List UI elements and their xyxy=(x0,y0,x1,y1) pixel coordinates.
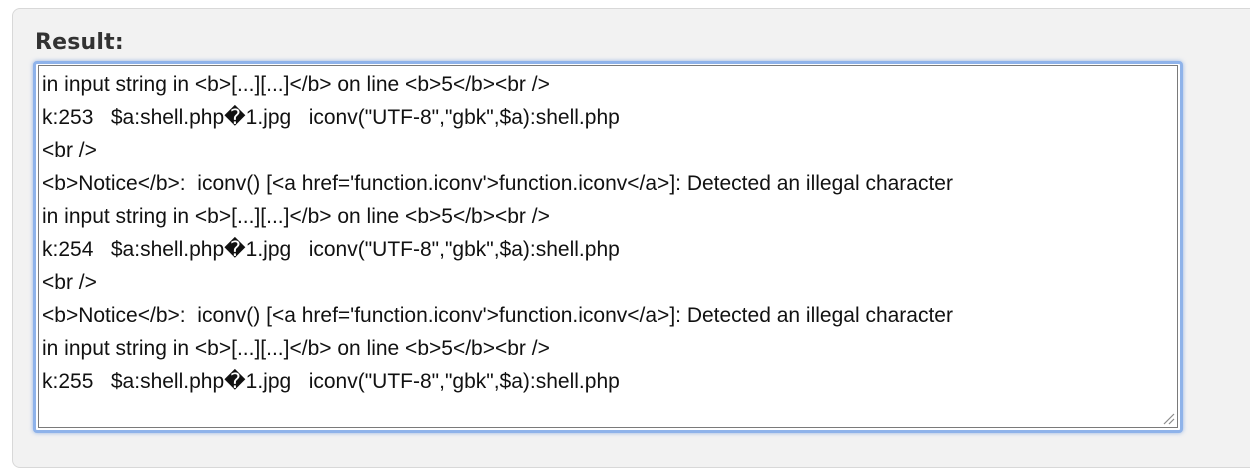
output-line: k:255 $a:shell.php�1.jpg iconv("UTF-8","… xyxy=(42,370,620,393)
output-line: k:254 $a:shell.php�1.jpg iconv("UTF-8","… xyxy=(42,238,620,261)
output-line: <br /> xyxy=(42,271,97,294)
output-line: in input string in <b>[...][...]</b> on … xyxy=(42,205,550,228)
result-textarea-focus-ring: in input string in <b>[...][...]</b> on … xyxy=(33,61,1183,433)
output-line: in input string in <b>[...][...]</b> on … xyxy=(42,337,550,360)
output-line: <b>Notice</b>: iconv() [<a href='functio… xyxy=(42,304,953,327)
result-label: Result: xyxy=(35,30,124,55)
output-line: in input string in <b>[...][...]</b> on … xyxy=(42,73,550,96)
output-line: k:253 $a:shell.php�1.jpg iconv("UTF-8","… xyxy=(42,106,620,129)
output-line: <b>Notice</b>: iconv() [<a href='functio… xyxy=(42,172,953,195)
result-lines: in input string in <b>[...][...]</b> on … xyxy=(42,68,953,398)
output-line: <br /> xyxy=(42,139,97,162)
result-textarea[interactable]: in input string in <b>[...][...]</b> on … xyxy=(38,65,1178,428)
resize-handle-icon[interactable] xyxy=(1161,411,1175,425)
